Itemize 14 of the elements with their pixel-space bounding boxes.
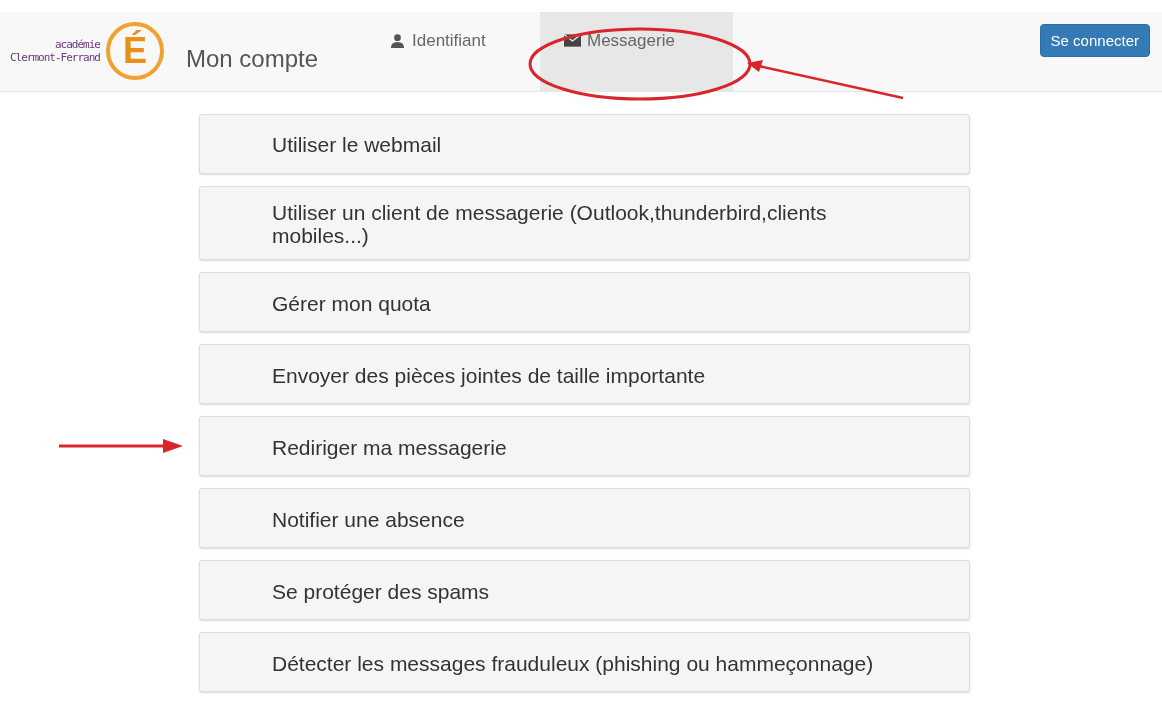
menu-item[interactable]: Notifier une absence: [199, 488, 970, 549]
menu-item[interactable]: Utiliser un client de messagerie (Outlook,thunderbird,clients mobiles...): [199, 186, 970, 261]
nav-tab[interactable]: Messagerie: [540, 12, 733, 91]
login-button[interactable]: Se connecter: [1039, 24, 1150, 57]
nav-tab[interactable]: Identifiant: [385, 12, 540, 91]
menu-item[interactable]: Se protéger des spams: [199, 560, 970, 621]
menu-item[interactable]: Détecter les messages frauduleux (phishing ou hammeçonnage): [199, 632, 970, 693]
menu-item[interactable]: Gérer mon quota: [199, 272, 970, 333]
page-title: Mon compte: [186, 44, 320, 73]
menu-item[interactable]: Utiliser le webmail: [199, 114, 970, 174]
logo-badge: É: [105, 21, 164, 80]
logo-text: Clermont-Ferrand: [10, 51, 100, 64]
menu-item[interactable]: Envoyer des pièces jointes de taille importante: [199, 344, 970, 405]
logo-text: académie: [55, 39, 100, 52]
